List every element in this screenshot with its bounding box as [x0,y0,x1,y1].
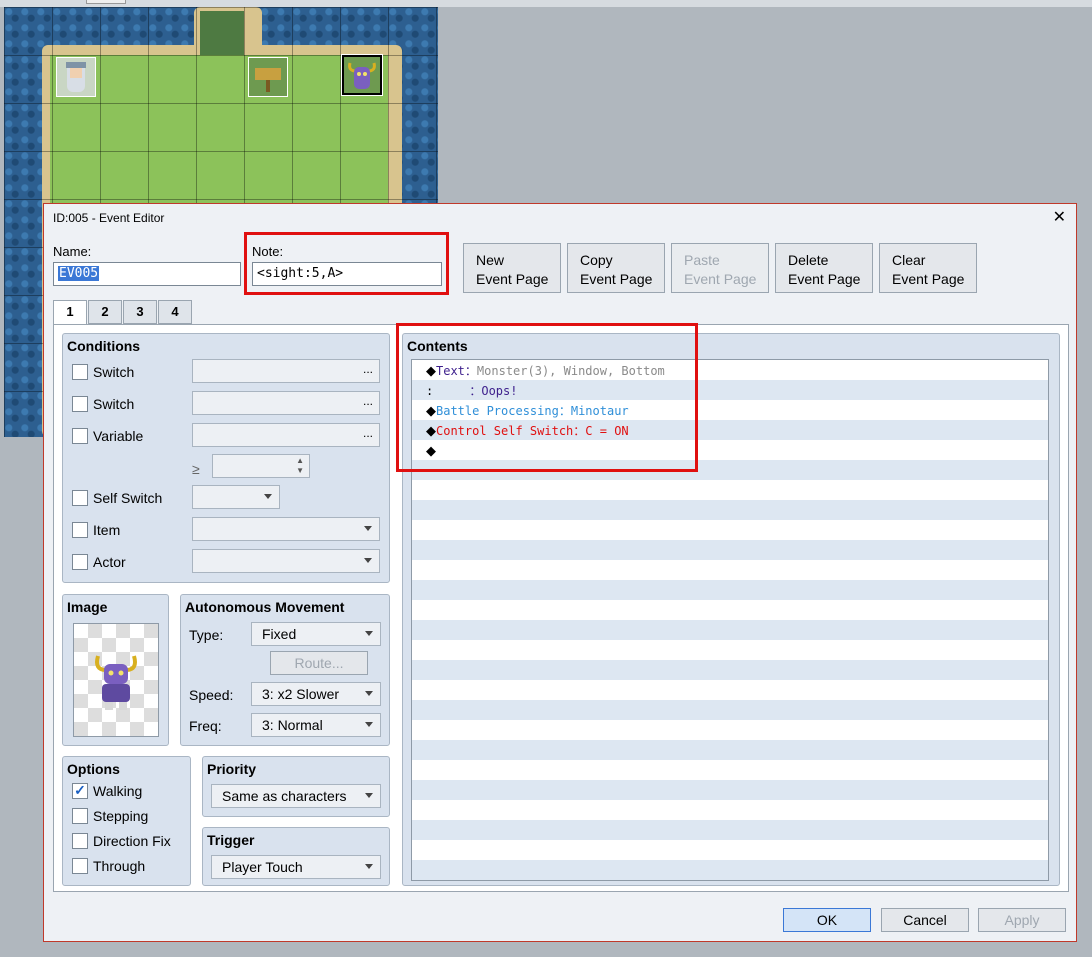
tab-page-1[interactable]: 1 [53,300,87,326]
image-panel: Image [62,594,169,746]
chevron-down-icon [264,494,272,499]
chevron-down-icon [365,864,373,869]
variable-label: Variable [93,428,144,444]
spinner-arrows-icon: ▲ ▼ [296,456,304,475]
switch2-label: Switch [93,396,135,412]
close-icon[interactable]: ✕ [1053,207,1066,227]
walking-checkbox[interactable]: ✓ [72,783,88,799]
tab-page-4[interactable]: 4 [158,300,192,324]
chevron-down-icon [365,793,373,798]
through-label: Through [93,858,146,874]
tab-page-2[interactable]: 2 [88,300,122,324]
clear-event-page-button[interactable]: Clear Event Page [879,243,977,293]
switch1-field[interactable]: ... [192,359,380,383]
chevron-down-icon [365,631,373,636]
type-dropdown[interactable]: Fixed [251,622,381,646]
trigger-dropdown[interactable]: Player Touch [211,855,381,879]
self-switch-label: Self Switch [93,490,163,506]
trigger-panel: Trigger Player Touch [202,827,390,886]
walking-label: Walking [93,783,143,799]
type-label: Type: [189,627,224,643]
toolbar-tab-nub[interactable] [86,0,126,4]
window-title: ID:005 - Event Editor [53,211,165,225]
actor-dropdown[interactable] [192,549,380,573]
conditions-panel: Conditions Switch ... Switch ... Variabl… [62,333,390,583]
switch1-checkbox[interactable] [72,364,88,380]
variable-value-spinner[interactable]: ▲ ▼ [212,454,310,478]
actor-label: Actor [93,554,126,570]
event-image-preview[interactable] [73,623,159,737]
priority-panel: Priority Same as characters [202,756,390,817]
switch2-checkbox[interactable] [72,396,88,412]
tab-page-3[interactable]: 3 [123,300,157,324]
delete-event-page-button[interactable]: Delete Event Page [775,243,873,293]
chevron-down-icon [364,526,372,531]
freq-label: Freq: [189,718,222,734]
image-title: Image [67,599,108,615]
note-highlight-box [244,232,449,295]
actor-checkbox[interactable] [72,554,88,570]
options-panel: Options ✓ Walking Stepping Direction Fix… [62,756,191,886]
cancel-button[interactable]: Cancel [881,908,969,932]
stepping-label: Stepping [93,808,149,824]
conditions-title: Conditions [67,338,141,354]
name-input[interactable]: EV005 [53,262,241,286]
ok-button[interactable]: OK [783,908,871,932]
item-label: Item [93,522,121,538]
variable-dots: ... [362,426,373,440]
freq-dropdown[interactable]: 3: Normal [251,713,381,737]
priority-title: Priority [207,761,257,777]
item-checkbox[interactable] [72,522,88,538]
event-minotaur-icon[interactable] [342,55,382,95]
through-checkbox[interactable] [72,858,88,874]
top-toolbar-strip [0,0,1092,7]
switch1-dots: ... [362,362,373,376]
apply-button[interactable]: Apply [978,908,1066,932]
new-event-page-button[interactable]: New Event Page [463,243,561,293]
variable-field[interactable]: ... [192,423,380,447]
event-editor-window: ID:005 - Event Editor ✕ Name: EV005 Note… [43,203,1077,942]
chevron-down-icon [365,722,373,727]
speed-label: Speed: [189,687,234,703]
contents-highlight-box [396,323,698,472]
switch2-dots: ... [362,394,373,408]
direction-fix-label: Direction Fix [93,833,171,849]
direction-fix-checkbox[interactable] [72,833,88,849]
event-npc-icon[interactable] [56,57,96,97]
trigger-title: Trigger [207,832,255,848]
ge-symbol: ≥ [192,461,200,477]
stepping-checkbox[interactable] [72,808,88,824]
chevron-down-icon [364,558,372,563]
paste-event-page-button[interactable]: Paste Event Page [671,243,769,293]
name-label: Name: [53,244,92,259]
self-switch-dropdown[interactable] [192,485,280,509]
self-switch-checkbox[interactable] [72,490,88,506]
options-title: Options [67,761,120,777]
switch1-label: Switch [93,364,135,380]
speed-dropdown[interactable]: 3: x2 Slower [251,682,381,706]
autonomous-movement-panel: Autonomous Movement Type: Fixed Route...… [180,594,390,746]
route-button[interactable]: Route... [270,651,368,675]
event-signpost-icon[interactable] [248,57,288,97]
name-value: EV005 [58,266,100,281]
chevron-down-icon [365,691,373,696]
switch2-field[interactable]: ... [192,391,380,415]
copy-event-page-button[interactable]: Copy Event Page [567,243,665,293]
priority-dropdown[interactable]: Same as characters [211,784,381,808]
variable-checkbox[interactable] [72,428,88,444]
item-dropdown[interactable] [192,517,380,541]
movement-title: Autonomous Movement [185,599,345,615]
minotaur-sprite-icon [95,655,137,710]
